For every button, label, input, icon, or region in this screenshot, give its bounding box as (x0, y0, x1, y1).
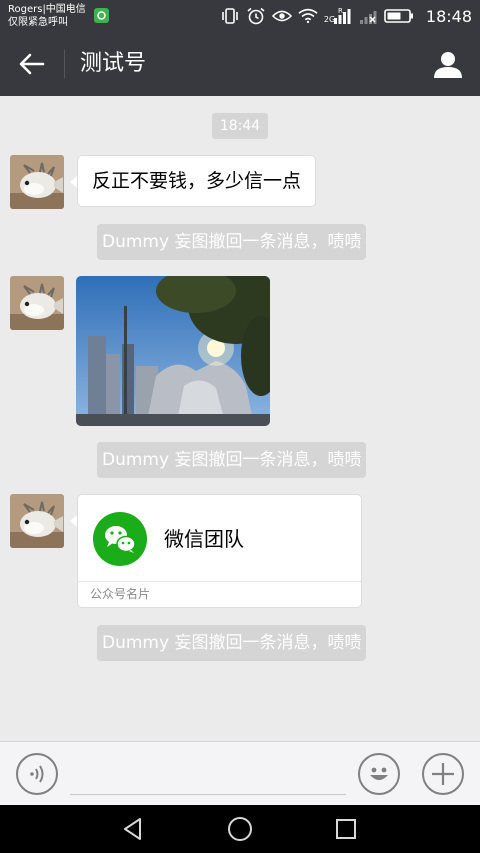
more-options-button[interactable] (422, 753, 464, 795)
carrier-info: Rogers|中国电信 仅限紧急呼叫 (8, 3, 86, 29)
system-message: Dummy 妄图撤回一条消息，啧啧 (97, 442, 367, 478)
square-recents-icon (336, 819, 356, 839)
image-message[interactable] (76, 276, 270, 426)
voice-input-button[interactable] (16, 753, 58, 795)
circle-home-icon (228, 817, 252, 841)
message-input[interactable] (70, 754, 346, 795)
bubble-tail (70, 515, 77, 527)
plus-icon (432, 763, 454, 785)
pufferfish-avatar-image (10, 276, 64, 330)
text-message-bubble[interactable]: 反正不要钱，多少信一点 (77, 155, 317, 207)
chat-timestamp: 18:44 (212, 113, 268, 139)
sender-avatar[interactable] (10, 494, 64, 548)
city-photo (76, 276, 270, 426)
emoji-icon (370, 767, 388, 780)
network-type-label: 2G (323, 15, 336, 24)
back-button[interactable] (14, 48, 50, 80)
eye-comfort-icon (271, 8, 292, 24)
chat-info-button[interactable] (430, 48, 466, 80)
back-arrow-icon (19, 53, 45, 75)
header-divider (64, 50, 65, 78)
alarm-icon (246, 7, 266, 25)
status-icons: R 2G 18:48 (220, 0, 480, 32)
pufferfish-avatar-image (10, 155, 64, 209)
system-message: Dummy 妄图撤回一条消息，啧啧 (97, 625, 367, 661)
sender-avatar[interactable] (10, 276, 64, 330)
chat-header: 测试号 (0, 32, 480, 96)
nav-home-button[interactable] (224, 813, 256, 845)
wechat-team-logo-icon (93, 512, 147, 566)
system-navigation-bar (0, 805, 480, 853)
carrier-name: Rogers|中国电信 (8, 4, 86, 15)
notification-app-icon (94, 8, 109, 23)
card-type-label: 公众号名片 (78, 581, 361, 607)
bubble-tail (70, 176, 77, 188)
nav-recents-button[interactable] (330, 813, 362, 845)
sender-avatar[interactable] (10, 155, 64, 209)
no-signal-icon (358, 8, 378, 24)
chat-input-bar (0, 741, 480, 805)
system-message: Dummy 妄图撤回一条消息，啧啧 (97, 224, 367, 260)
triangle-back-icon (124, 818, 141, 840)
status-bar: Rogers|中国电信 仅限紧急呼叫 R 2G 18:48 (0, 0, 480, 32)
signal-2g-icon: R 2G (323, 7, 352, 24)
status-time: 18:48 (425, 6, 472, 26)
nav-back-button[interactable] (117, 813, 149, 845)
pufferfish-avatar-image (10, 494, 64, 548)
svg-text:R: R (338, 7, 343, 15)
emoji-button[interactable] (358, 753, 400, 795)
emergency-calls-only: 仅限紧急呼叫 (8, 17, 68, 28)
chat-title: 测试号 (80, 51, 147, 76)
vibrate-icon (220, 8, 240, 24)
battery-icon (384, 8, 414, 24)
contact-card-message[interactable]: 微信团队 公众号名片 (77, 494, 362, 608)
wifi-icon (298, 8, 318, 24)
card-account-name: 微信团队 (164, 527, 244, 551)
voice-icon (30, 765, 44, 783)
person-icon (434, 52, 462, 78)
